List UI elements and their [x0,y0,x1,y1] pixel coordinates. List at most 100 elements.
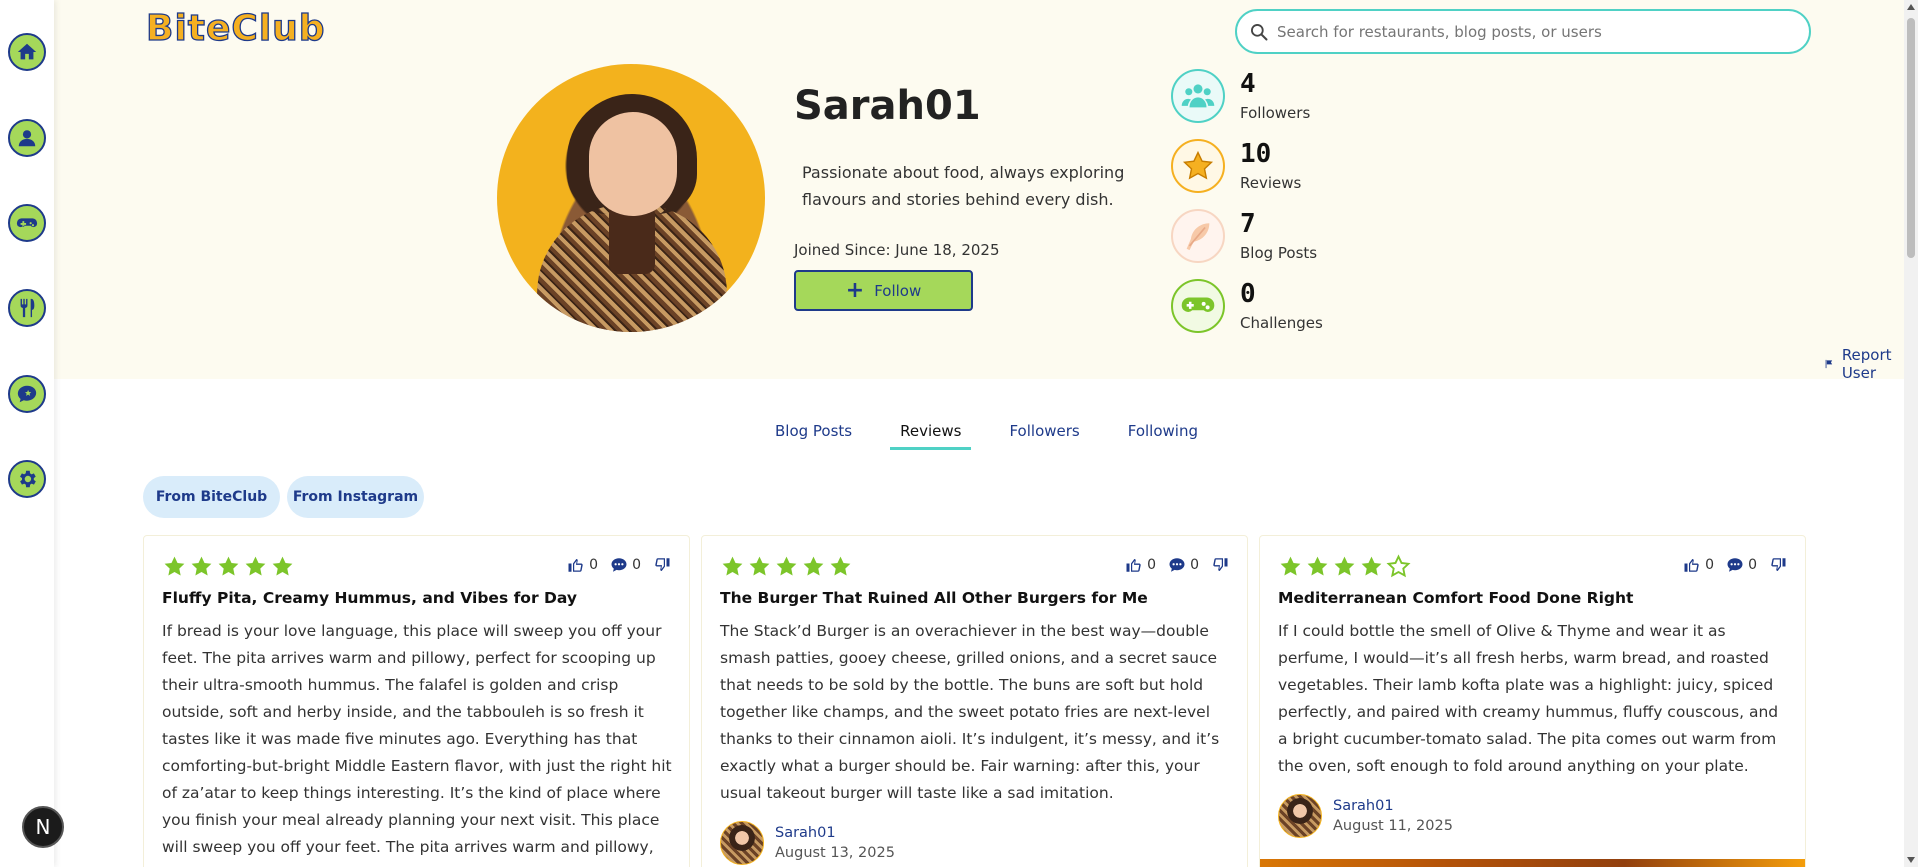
thumbs-up-icon [568,559,583,572]
profile-username: Sarah01 [794,83,981,129]
review-actions: 0 0 [555,556,671,574]
report-user-label: Report User [1841,346,1892,382]
search-input[interactable] [1277,22,1797,41]
star-filled-icon [245,556,266,576]
stat-challenges[interactable]: 0 Challenges [1171,279,1391,339]
like-button[interactable]: 0 [567,556,598,574]
avatar [720,821,764,865]
dislike-button[interactable] [1211,556,1229,574]
star-empty-icon [1386,554,1411,578]
review-body: The Stack’d Burger is an overachiever in… [720,622,1220,802]
like-count: 0 [1147,557,1157,573]
gear-icon [20,470,36,488]
gamepad-icon [16,218,38,228]
star-rating [162,554,297,579]
sidebar-item-home[interactable] [8,33,46,71]
search-bar[interactable] [1235,9,1811,54]
star-filled-icon [272,556,293,576]
review-title[interactable]: The Burger That Ruined All Other Burgers… [720,589,1148,607]
dislike-button[interactable] [1769,556,1787,574]
gamepad-icon [1171,279,1225,333]
review-title[interactable]: Fluffy Pita, Creamy Hummus, and Vibes fo… [162,589,577,607]
search-icon [1251,23,1268,40]
star-filled-icon [749,556,770,576]
author-name[interactable]: Sarah01 [775,825,895,841]
filter-from-instagram[interactable]: From Instagram [287,476,424,518]
review-title[interactable]: Mediterranean Comfort Food Done Right [1278,589,1633,607]
home-icon [17,43,37,60]
comment-button[interactable]: 0 [610,556,641,574]
review-date: August 13, 2025 [775,845,895,861]
stat-reviews[interactable]: 10 Reviews [1171,139,1391,199]
star-filled-icon [164,556,185,576]
feather-icon [1171,209,1225,263]
top-header: BiteClub [54,0,1904,63]
page-scrollbar[interactable] [1904,0,1918,867]
user-icon [18,130,36,147]
comment-count: 0 [1190,557,1199,573]
review-actions: 0 0 [1671,556,1787,574]
profile-tabs: Blog Posts Reviews Followers Following [765,420,1236,452]
comment-icon [1727,558,1743,572]
plus-icon: + [845,278,865,303]
sidebar-item-reviews[interactable] [8,375,46,413]
review-photo[interactable] [1260,859,1805,867]
review-card[interactable]: 0 0 Fluffy Pita, Creamy Hummus, and Vibe… [143,535,690,867]
review-card[interactable]: 0 0 The Burger That Ruined All Other Bur… [701,535,1248,867]
challenges-label: Challenges [1240,314,1323,332]
comment-count: 0 [1748,557,1757,573]
stat-followers[interactable]: 4 Followers [1171,69,1391,129]
profile-bio: Passionate about food, always exploring … [802,163,1125,209]
flag-icon [1825,359,1833,369]
scroll-down-arrow[interactable] [1907,857,1915,863]
review-date: August 11, 2025 [1333,818,1453,834]
tab-reviews[interactable]: Reviews [890,420,972,450]
dislike-button[interactable] [653,556,671,574]
star-filled-icon [191,556,212,576]
review-card[interactable]: 0 0 Mediterranean Comfort Food Done Righ… [1259,535,1806,867]
blog-posts-count: 7 [1240,209,1256,239]
reviews-label: Reviews [1240,174,1302,192]
followers-label: Followers [1240,104,1311,122]
review-author[interactable]: Sarah01 August 13, 2025 [720,821,895,865]
scroll-up-arrow[interactable] [1907,4,1915,10]
challenges-count: 0 [1240,279,1256,309]
dev-tools-badge[interactable]: N [22,806,64,848]
stat-blog-posts[interactable]: 7 Blog Posts [1171,209,1391,269]
profile-joined-date: Joined Since: June 18, 2025 [794,241,1000,259]
comment-button[interactable]: 0 [1726,556,1757,574]
thumbs-up-icon [1684,559,1699,572]
star-icon [1171,139,1225,193]
reviews-count: 10 [1240,139,1272,169]
scrollbar-thumb[interactable] [1907,18,1915,258]
tab-following[interactable]: Following [1118,420,1208,450]
followers-count: 4 [1240,69,1256,99]
biteclub-logo[interactable]: BiteClub [145,7,326,49]
star-filled-icon [776,556,797,576]
comment-icon [1169,558,1185,572]
like-button[interactable]: 0 [1683,556,1714,574]
review-body: If I could bottle the smell of Olive & T… [1278,622,1779,775]
sidebar-item-restaurants[interactable] [8,289,46,327]
chat-star-icon [17,385,37,403]
sidebar-item-challenges[interactable] [8,204,46,242]
like-count: 0 [589,557,599,573]
sidebar-item-profile[interactable] [8,119,46,157]
thumbs-down-icon [1771,558,1786,571]
author-name[interactable]: Sarah01 [1333,798,1453,814]
comment-button[interactable]: 0 [1168,556,1199,574]
avatar [1278,794,1322,838]
like-count: 0 [1705,557,1715,573]
filter-from-biteclub[interactable]: From BiteClub [143,476,280,518]
comment-count: 0 [632,557,641,573]
sidebar-item-settings[interactable] [8,460,46,498]
star-filled-icon [1307,556,1328,576]
follow-button[interactable]: + Follow [794,270,973,311]
like-button[interactable]: 0 [1125,556,1156,574]
star-filled-icon [1361,556,1382,576]
tab-blog-posts[interactable]: Blog Posts [765,420,862,450]
report-user-link[interactable]: Report User [1824,346,1904,382]
tab-followers[interactable]: Followers [999,420,1089,450]
profile-avatar [497,64,765,332]
review-author[interactable]: Sarah01 August 11, 2025 [1278,794,1453,838]
